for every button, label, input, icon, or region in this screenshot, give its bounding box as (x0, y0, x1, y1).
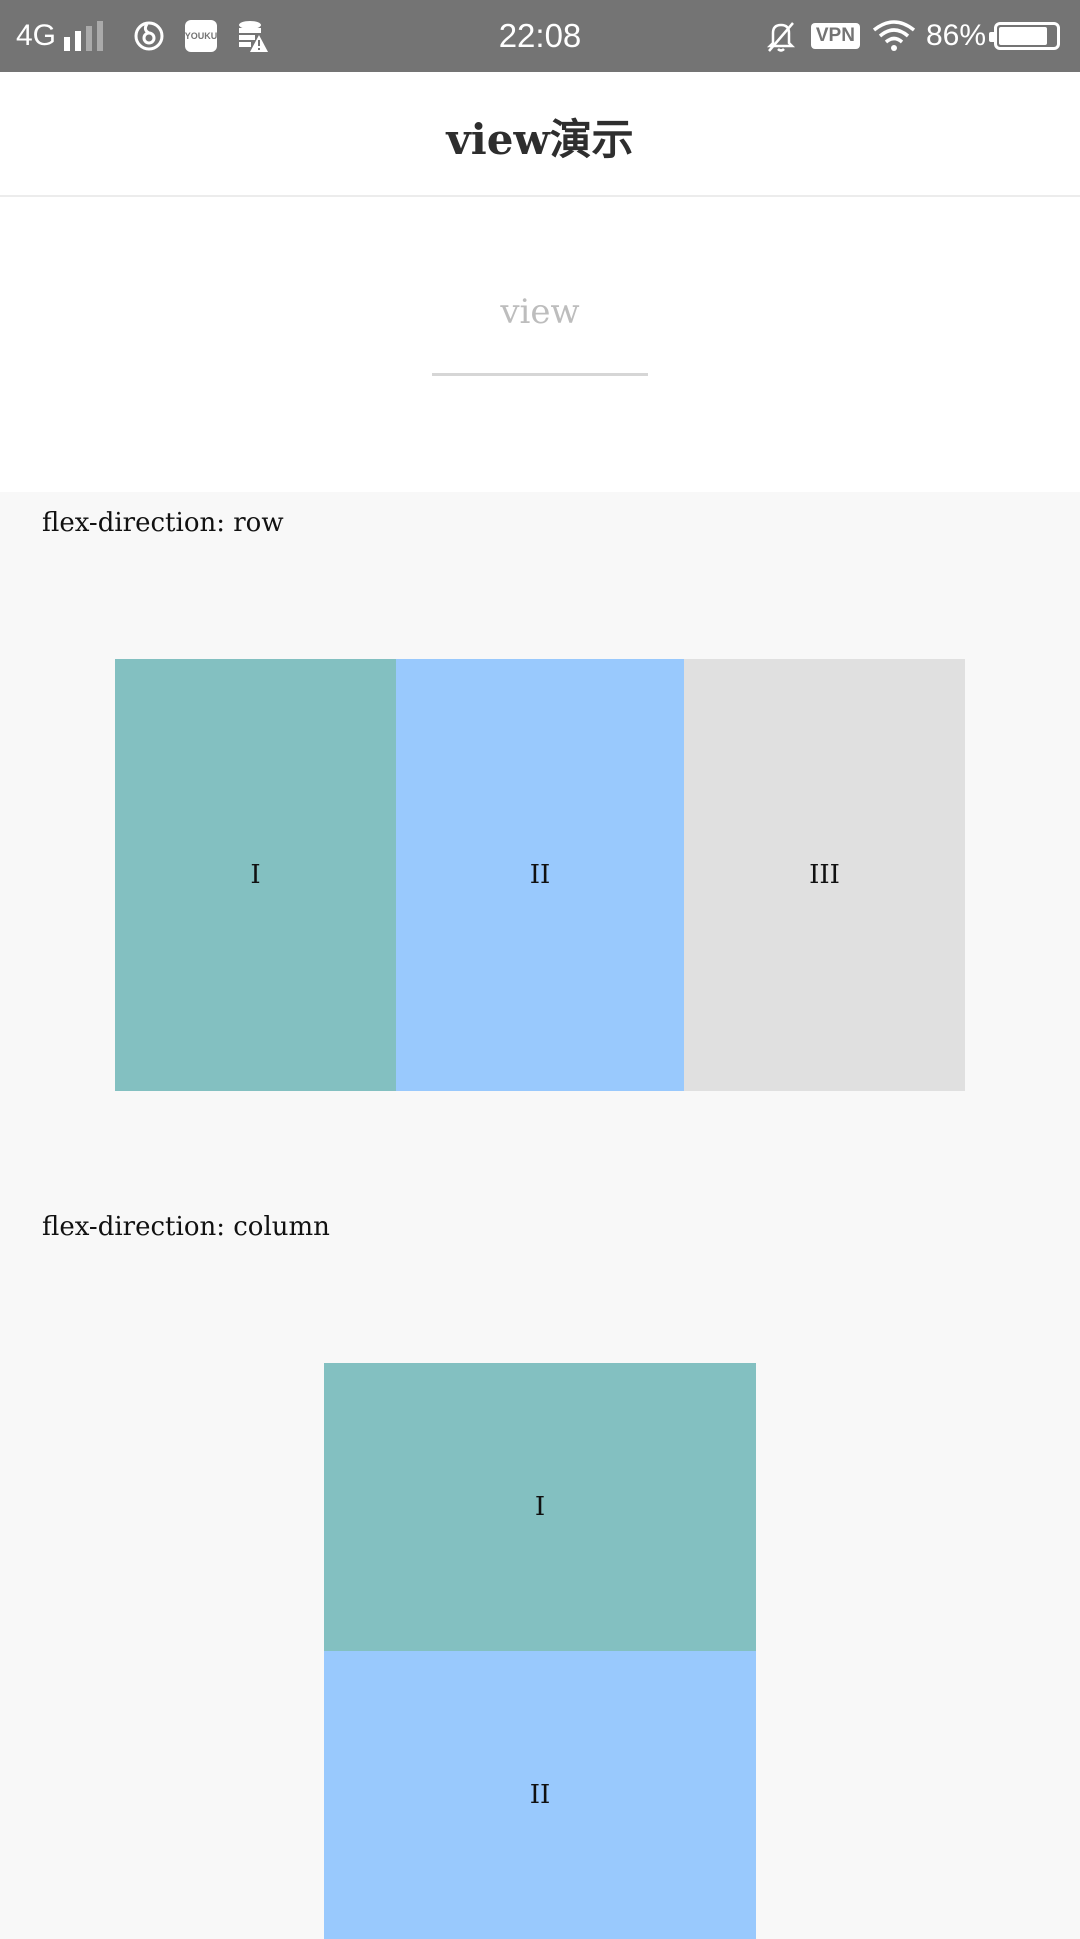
row-item-1: I (115, 659, 396, 1091)
row-item-2: II (396, 659, 684, 1091)
status-bar-right: VPN 86% (765, 0, 1060, 72)
section-title-row: flex-direction: row (42, 508, 284, 538)
flex-column-demo: I II (324, 1363, 756, 1939)
hero-section: view (0, 197, 1080, 492)
hero-divider (432, 373, 648, 376)
section-title-column: flex-direction: column (42, 1212, 330, 1242)
signal-icon (64, 21, 104, 51)
page-title: view演示 (446, 115, 634, 164)
hero-label: view (500, 292, 580, 332)
status-bar: 4G YOUKU 22:08 VPN 86% (0, 0, 1080, 72)
flex-row-demo: I II III (115, 659, 965, 1091)
vpn-badge: VPN (810, 23, 860, 49)
column-item-2: II (324, 1651, 756, 1939)
status-bar-left: 4G YOUKU (16, 0, 289, 72)
battery-icon (989, 22, 1060, 50)
youku-icon: YOUKU (185, 20, 217, 52)
row-item-3: III (684, 659, 965, 1091)
wifi-icon (872, 20, 916, 52)
youku-icon-label: YOUKU (185, 20, 217, 52)
battery-level (999, 27, 1047, 45)
mute-bell-icon (765, 19, 797, 53)
storage-warning-icon (237, 19, 269, 53)
netease-music-icon (133, 20, 165, 52)
battery-percent: 86% (925, 19, 986, 52)
network-type: 4G (16, 19, 57, 52)
navigation-bar: view演示 (0, 72, 1080, 197)
column-item-1: I (324, 1363, 756, 1651)
